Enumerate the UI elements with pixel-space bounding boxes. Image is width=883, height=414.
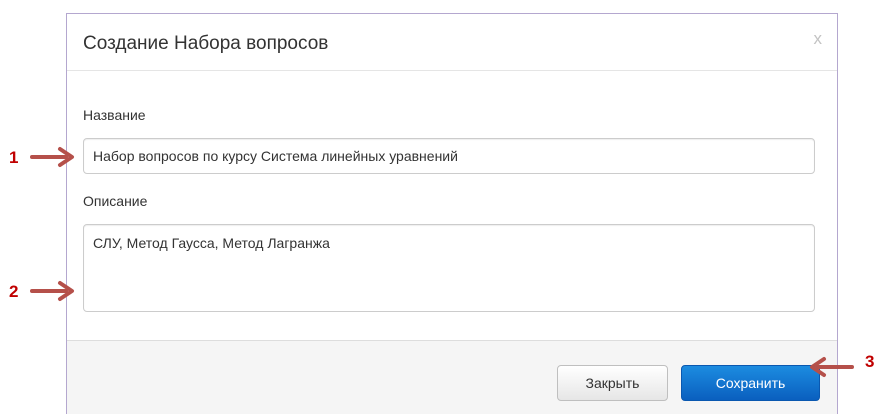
name-input[interactable] bbox=[83, 138, 815, 174]
dialog-header: Создание Набора вопросов x bbox=[67, 14, 837, 71]
annotation-marker-1: 1 bbox=[9, 148, 19, 167]
arrow-icon bbox=[810, 357, 854, 377]
close-button[interactable]: Закрыть bbox=[557, 365, 668, 401]
description-label: Описание bbox=[83, 193, 148, 209]
arrow-icon bbox=[30, 147, 74, 167]
dialog-title: Создание Набора вопросов bbox=[83, 33, 329, 54]
save-button[interactable]: Сохранить bbox=[681, 365, 820, 401]
arrow-icon bbox=[30, 281, 74, 301]
close-icon[interactable]: x bbox=[814, 29, 823, 49]
create-question-set-dialog: Создание Набора вопросов x Название Опис… bbox=[66, 13, 838, 414]
annotation-marker-2: 2 bbox=[9, 282, 19, 301]
description-textarea[interactable]: СЛУ, Метод Гаусса, Метод Лагранжа bbox=[83, 224, 815, 312]
screenshot-canvas: Создание Набора вопросов x Название Опис… bbox=[0, 0, 883, 414]
annotation-marker-3: 3 bbox=[865, 352, 875, 371]
name-label: Название bbox=[83, 107, 146, 123]
dialog-footer: Закрыть Сохранить bbox=[67, 340, 837, 414]
